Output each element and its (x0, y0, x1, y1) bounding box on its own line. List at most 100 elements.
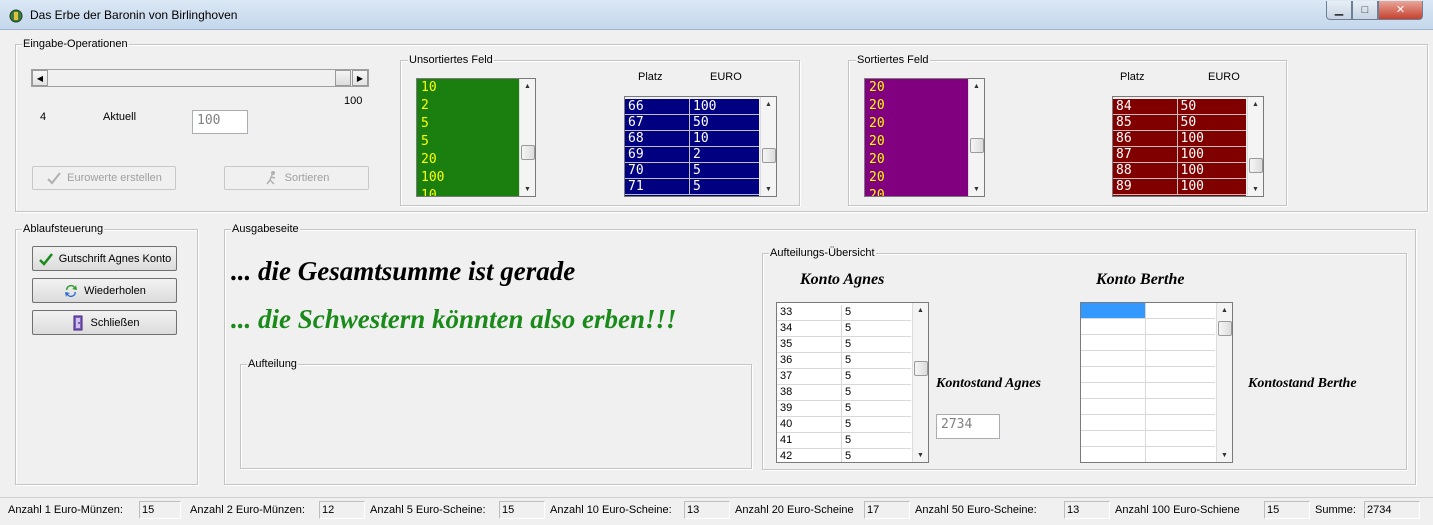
berthe-grid-row[interactable] (1081, 351, 1215, 367)
unsortiert-grid-row[interactable]: 67 50 (625, 115, 759, 131)
scroll-down-arrow[interactable]: ▼ (520, 182, 535, 196)
aktuell-field[interactable]: 100 (192, 110, 248, 134)
berthe-grid[interactable]: ▲ ▼ (1080, 302, 1233, 463)
agnes-grid-row[interactable]: 38 5 (777, 385, 911, 401)
scroll-thumb[interactable] (970, 138, 984, 153)
minimize-button[interactable]: ▁ (1326, 1, 1352, 20)
berthe-grid-row[interactable] (1081, 335, 1215, 351)
berthe-platz-cell (1081, 367, 1146, 382)
scroll-down-arrow[interactable]: ▼ (761, 182, 776, 196)
agnes-grid-row[interactable]: 42 5 (777, 449, 911, 462)
scroll-thumb[interactable] (1249, 158, 1263, 173)
unsortiert-grid-row[interactable]: 69 2 (625, 147, 759, 163)
unsortiert-grid-row[interactable]: 70 5 (625, 163, 759, 179)
scroll-down-arrow[interactable]: ▼ (913, 448, 928, 462)
scroll-down-arrow[interactable]: ▼ (969, 182, 984, 196)
sortiert-grid-row[interactable]: 84 50 (1113, 99, 1246, 115)
berthe-grid-row[interactable] (1081, 383, 1215, 399)
scroll-down-arrow[interactable]: ▼ (1248, 182, 1263, 196)
scroll-thumb[interactable] (762, 148, 776, 163)
wiederholen-button[interactable]: Wiederholen (32, 278, 177, 303)
unsortiert-list-item[interactable]: 100 (421, 169, 519, 187)
scroll-up-arrow[interactable]: ▲ (1217, 303, 1232, 317)
berthe-grid-row[interactable] (1081, 415, 1215, 431)
agnes-euro-cell: 5 (845, 338, 852, 350)
sortieren-button[interactable]: Sortieren (224, 166, 369, 190)
agnes-grid-row[interactable]: 35 5 (777, 337, 911, 353)
unsortiert-list[interactable]: 10 2 5 5 20 100 10 ▲ ▼ (416, 78, 536, 197)
close-button[interactable]: ✕ (1378, 1, 1423, 20)
scroll-thumb[interactable] (521, 145, 535, 160)
scroll-up-arrow[interactable]: ▲ (761, 97, 776, 111)
sortiert-grid[interactable]: 84 50 85 50 86 100 87 100 88 100 89 100 ▲ ▼ (1112, 96, 1264, 197)
scroll-thumb[interactable] (335, 70, 351, 86)
agnes-grid-row[interactable]: 37 5 (777, 369, 911, 385)
agnes-grid-row[interactable]: 41 5 (777, 433, 911, 449)
unsortiert-grid-row[interactable]: 68 10 (625, 131, 759, 147)
minimize-icon: ▁ (1334, 4, 1344, 16)
sortiert-list-item[interactable]: 20 (869, 151, 968, 169)
status-bar: Anzahl 1 Euro-Münzen: 15 Anzahl 2 Euro-Mün… (0, 497, 1433, 525)
unsortiert-grid[interactable]: 66 100 67 50 68 10 69 2 70 5 71 5 ▲ ▼ (624, 96, 777, 197)
agnes-grid-row[interactable]: 36 5 (777, 353, 911, 369)
unsortiert-list-item[interactable]: 10 (421, 79, 519, 97)
sortiert-grid-row[interactable]: 86 100 (1113, 131, 1246, 147)
scroll-up-arrow[interactable]: ▲ (913, 303, 928, 317)
unsortiert-header-platz: Platz (638, 71, 663, 83)
value-scrollbar[interactable]: ◀ ▶ (31, 69, 369, 87)
gutschrift-button[interactable]: Gutschrift Agnes Konto (32, 246, 177, 271)
agnes-grid-row[interactable]: 40 5 (777, 417, 911, 433)
agnes-grid-row[interactable]: 33 5 (777, 305, 911, 321)
agnes-grid-row[interactable]: 39 5 (777, 401, 911, 417)
scroll-up-arrow[interactable]: ▲ (1248, 97, 1263, 111)
maximize-button[interactable]: □ (1352, 1, 1378, 20)
sortiert-list-item[interactable]: 20 (869, 79, 968, 97)
berthe-grid-row[interactable] (1081, 303, 1215, 319)
status-value: 15 (139, 501, 181, 519)
scroll-thumb[interactable] (914, 361, 928, 376)
berthe-grid-scrollbar[interactable]: ▲ ▼ (1216, 303, 1232, 462)
scroll-thumb[interactable] (1218, 321, 1232, 336)
unsortiert-list-item[interactable]: 10 (421, 187, 519, 196)
scroll-right-arrow[interactable]: ▶ (352, 70, 368, 86)
unsortiert-list-item[interactable]: 20 (421, 151, 519, 169)
schliessen-button[interactable]: Schließen (32, 310, 177, 335)
unsortiert-list-scrollbar[interactable]: ▲ ▼ (519, 79, 535, 196)
sortiert-list-item[interactable]: 20 (869, 115, 968, 133)
scroll-up-arrow[interactable]: ▲ (969, 79, 984, 93)
unsortiert-list-item[interactable]: 5 (421, 133, 519, 151)
sortiert-grid-row[interactable]: 88 100 (1113, 163, 1246, 179)
ablauf-group-title: Ablaufsteuerung (22, 223, 105, 235)
sortiert-list-item[interactable]: 20 (869, 97, 968, 115)
unsortiert-list-item[interactable]: 5 (421, 115, 519, 133)
sortiert-grid-scrollbar[interactable]: ▲ ▼ (1247, 97, 1263, 196)
berthe-grid-row[interactable] (1081, 431, 1215, 447)
scroll-up-arrow[interactable]: ▲ (520, 79, 535, 93)
scroll-left-arrow[interactable]: ◀ (32, 70, 48, 86)
scroll-down-arrow[interactable]: ▼ (1217, 448, 1232, 462)
sortiert-list-item[interactable]: 20 (869, 187, 968, 196)
unsortiert-grid-row[interactable]: 66 100 (625, 99, 759, 115)
berthe-grid-row[interactable] (1081, 319, 1215, 335)
sortiert-grid-row[interactable]: 87 100 (1113, 147, 1246, 163)
agnes-grid-scrollbar[interactable]: ▲ ▼ (912, 303, 928, 462)
sortiert-grid-row[interactable]: 89 100 (1113, 179, 1246, 195)
kontostand-agnes-field[interactable]: 2734 (936, 414, 1000, 439)
eurowerte-button[interactable]: Eurowerte erstellen (32, 166, 176, 190)
agnes-euro-cell: 5 (845, 434, 852, 446)
berthe-grid-row[interactable] (1081, 399, 1215, 415)
unsortiert-list-item[interactable]: 2 (421, 97, 519, 115)
sortiert-list-scrollbar[interactable]: ▲ ▼ (968, 79, 984, 196)
sortiert-list-item[interactable]: 20 (869, 133, 968, 151)
agnes-grid[interactable]: 33 5 34 5 35 5 36 5 37 5 38 5 39 5 40 5 41 5 42 5 ▲ ▼ (776, 302, 929, 463)
sortiert-grid-row[interactable]: 85 50 (1113, 115, 1246, 131)
sortiert-list-item[interactable]: 20 (869, 169, 968, 187)
berthe-grid-row[interactable] (1081, 447, 1215, 462)
unsortiert-grid-row[interactable]: 71 5 (625, 179, 759, 195)
berthe-grid-row[interactable] (1081, 367, 1215, 383)
sortiert-list[interactable]: 20 20 20 20 20 20 20 ▲ ▼ (864, 78, 985, 197)
title-bar[interactable]: Das Erbe der Baronin von Birlinghoven ▁ … (0, 0, 1433, 30)
unsortiert-grid-scrollbar[interactable]: ▲ ▼ (760, 97, 776, 196)
berthe-platz-cell (1081, 415, 1146, 430)
agnes-grid-row[interactable]: 34 5 (777, 321, 911, 337)
